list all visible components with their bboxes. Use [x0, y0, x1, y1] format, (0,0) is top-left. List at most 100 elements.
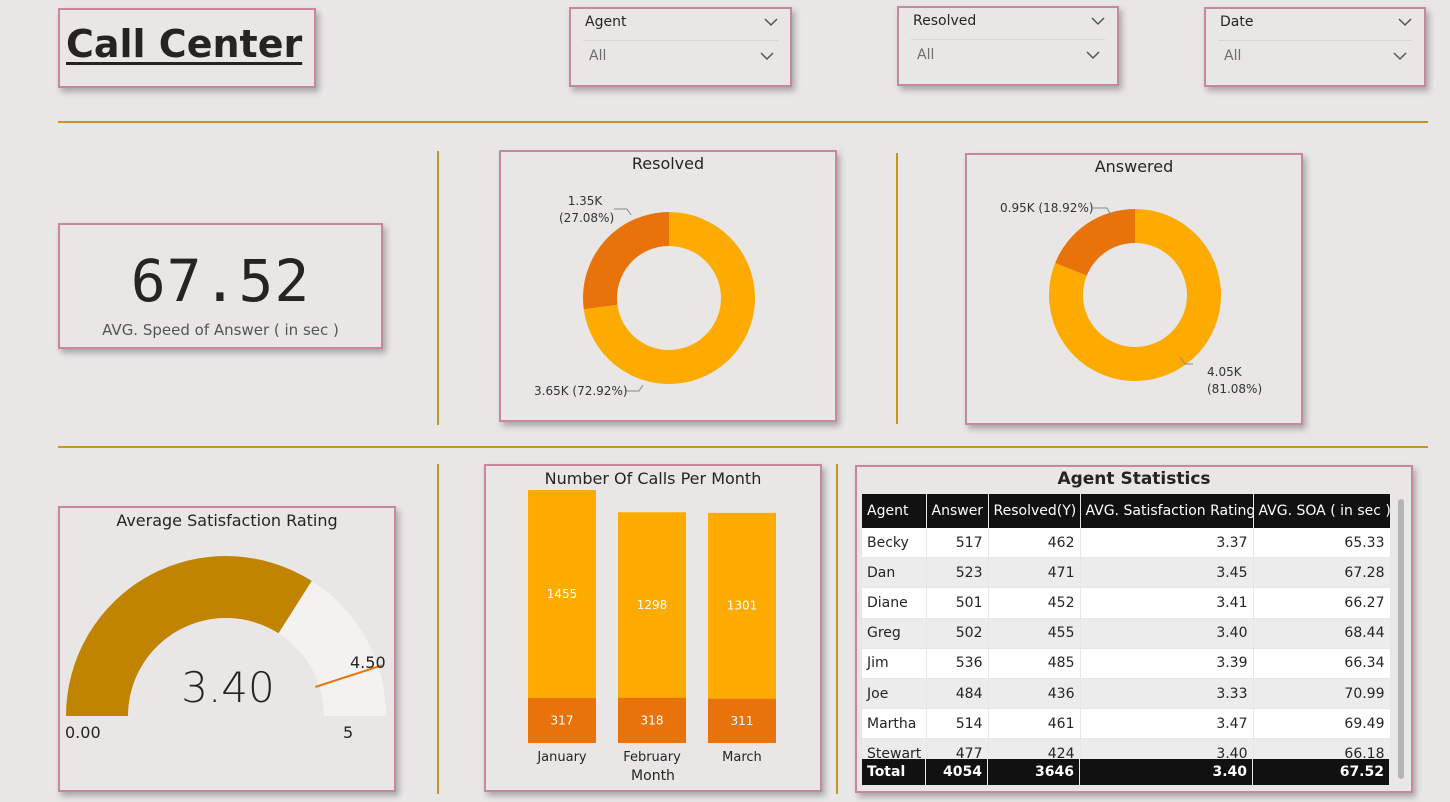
bar-data-label: 1455 — [547, 587, 578, 601]
calls-bar-chart: 317 1455 January 318 1298 February 311 1301 Marc… — [528, 490, 776, 765]
leader-line — [626, 384, 644, 392]
agent-table: Agent Answer Resolved(Y) AVG. Satisfacti… — [862, 494, 1390, 770]
slicer-divider — [583, 40, 778, 41]
table-total-row: Total 4054 3646 3.40 67.52 — [862, 759, 1390, 785]
chevron-down-icon[interactable] — [759, 51, 775, 61]
divider-vertical-1 — [437, 151, 439, 425]
table-cell: 485 — [988, 648, 1081, 679]
agent-table-scroll[interactable]: Agent Answer Resolved(Y) AVG. Satisfacti… — [862, 494, 1390, 788]
leader-line — [614, 208, 632, 216]
col-header-answer[interactable]: Answer — [926, 494, 989, 528]
date-slicer-value[interactable]: All — [1224, 48, 1241, 64]
table-cell: 471 — [988, 557, 1081, 589]
resolved-donut-chart — [583, 208, 755, 392]
table-cell: 523 — [926, 557, 989, 589]
table-cell: Joe — [862, 678, 927, 710]
date-slicer[interactable]: Date All — [1204, 7, 1426, 87]
table-cell: Dan — [862, 557, 927, 589]
chevron-down-icon[interactable] — [763, 17, 779, 27]
resolved-slicer-value[interactable]: All — [917, 47, 934, 63]
donut-slice-minor[interactable] — [1055, 209, 1135, 276]
table-cell: 461 — [988, 708, 1081, 740]
bar-data-label: 1301 — [727, 599, 758, 613]
page-title: Call Center — [66, 22, 303, 66]
agent-slicer[interactable]: Agent All — [569, 7, 792, 87]
table-scrollbar[interactable] — [1398, 499, 1404, 779]
table-cell: 66.34 — [1253, 648, 1390, 679]
chevron-down-icon[interactable] — [1392, 51, 1408, 61]
divider-vertical-2 — [896, 153, 898, 424]
slicer-divider — [1218, 40, 1412, 41]
total-answer: 4054 — [926, 759, 988, 785]
gauge-value: 3.40 — [181, 663, 275, 712]
resolved-slice-value-1: 1.35K — [567, 194, 603, 208]
resolved-slicer[interactable]: Resolved All — [897, 6, 1119, 86]
table-row[interactable]: Dan 523 471 3.45 67.28 — [862, 557, 1390, 589]
bar-data-label: 1298 — [637, 598, 668, 612]
divider-vertical-3 — [437, 464, 439, 794]
col-header-avg-satisfaction[interactable]: AVG. Satisfaction Rating — [1080, 494, 1255, 528]
table-cell: Martha — [862, 708, 927, 740]
chevron-down-icon[interactable] — [1090, 16, 1106, 26]
table-cell: 68.44 — [1253, 618, 1390, 649]
x-tick-label: March — [722, 750, 762, 765]
title-card: Call Center — [58, 8, 316, 88]
table-cell: 66.27 — [1253, 587, 1390, 619]
answered-slice-pct-2: (81.08%) — [1207, 382, 1263, 396]
table-cell: Greg — [862, 618, 927, 649]
avg-speed-label: AVG. Speed of Answer ( in sec ) — [102, 321, 339, 339]
resolved-slicer-label: Resolved — [913, 13, 977, 29]
avg-speed-value: 67.52 — [130, 247, 311, 315]
table-cell: 3.45 — [1080, 557, 1254, 589]
gauge-max-label: 5 — [343, 723, 354, 742]
table-cell: 3.33 — [1080, 678, 1254, 710]
table-cell: 3.41 — [1080, 587, 1254, 619]
table-cell: 67.28 — [1253, 557, 1390, 589]
table-row[interactable]: Greg 502 455 3.40 68.44 — [862, 618, 1390, 649]
table-cell: 462 — [988, 528, 1081, 559]
resolved-donut-card: Resolved 1.35K (27.08%) 3.65K (72.92%) — [499, 150, 837, 422]
table-row[interactable]: Becky 517 462 3.37 65.33 — [862, 528, 1390, 559]
table-cell: 3.39 — [1080, 648, 1254, 679]
total-avg-satisfaction: 3.40 — [1080, 759, 1253, 785]
col-header-agent[interactable]: Agent — [862, 494, 927, 528]
table-cell: 65.33 — [1253, 528, 1390, 559]
resolved-slice-label-2: 3.65K (72.92%) — [534, 384, 628, 398]
chevron-down-icon[interactable] — [1085, 50, 1101, 60]
x-axis-title: Month — [631, 768, 675, 784]
bar-data-label: 317 — [551, 713, 574, 727]
bar-data-label: 311 — [731, 714, 754, 728]
agent-slicer-value[interactable]: All — [589, 48, 606, 64]
table-cell: Diane — [862, 587, 927, 619]
table-row[interactable]: Joe 484 436 3.33 70.99 — [862, 678, 1390, 710]
table-cell: 70.99 — [1253, 678, 1390, 710]
agent-table-title: Agent Statistics — [1057, 469, 1211, 489]
answered-slice-label-1: 0.95K (18.92%) — [1000, 201, 1094, 215]
table-header-row: Agent Answer Resolved(Y) AVG. Satisfacti… — [862, 494, 1390, 528]
bar-data-label: 318 — [641, 713, 664, 727]
avg-speed-card: 67.52 AVG. Speed of Answer ( in sec ) — [58, 223, 383, 349]
calls-per-month-card: Number Of Calls Per Month 317 1455 January… — [484, 464, 822, 792]
table-row[interactable]: Jim 536 485 3.39 66.34 — [862, 648, 1390, 679]
col-header-avg-soa[interactable]: AVG. SOA ( in sec ) — [1253, 494, 1390, 528]
divider-middle — [58, 446, 1428, 448]
table-cell: 436 — [988, 678, 1081, 710]
date-slicer-label: Date — [1220, 14, 1254, 30]
total-avg-soa: 67.52 — [1253, 759, 1390, 785]
divider-vertical-4 — [836, 464, 838, 794]
chevron-down-icon[interactable] — [1397, 17, 1413, 27]
table-row[interactable]: Martha 514 461 3.47 69.49 — [862, 708, 1390, 740]
table-cell: 3.47 — [1080, 708, 1254, 740]
gauge-min-label: 0.00 — [65, 723, 101, 742]
table-cell: 502 — [926, 618, 989, 649]
table-cell: Becky — [862, 528, 927, 559]
satisfaction-gauge — [66, 556, 386, 716]
slicer-divider — [911, 39, 1105, 40]
total-label: Total — [862, 759, 926, 785]
resolved-slice-label-1: 1.35K (27.08%) — [559, 193, 614, 227]
table-cell: 69.49 — [1253, 708, 1390, 740]
gauge-target-label: 4.50 — [350, 653, 386, 672]
col-header-resolved[interactable]: Resolved(Y) — [988, 494, 1081, 528]
agent-slicer-label: Agent — [585, 14, 627, 30]
table-row[interactable]: Diane 501 452 3.41 66.27 — [862, 587, 1390, 619]
